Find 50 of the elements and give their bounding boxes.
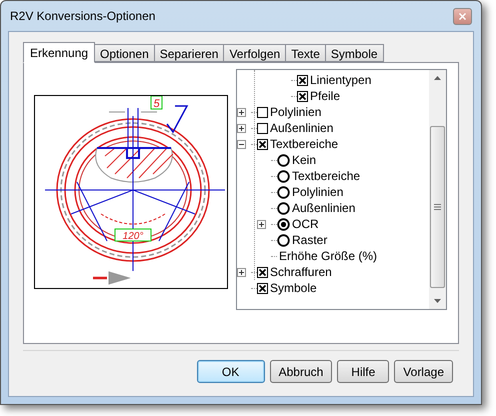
checkbox[interactable] — [257, 122, 268, 134]
tree-item-label[interactable]: Außenlinien — [292, 200, 356, 216]
tab[interactable]: Symbole — [324, 44, 384, 62]
checkbox[interactable] — [257, 266, 268, 278]
checkbox[interactable] — [257, 106, 268, 118]
tree-item-label[interactable]: OCR — [292, 216, 319, 232]
close-button[interactable] — [453, 8, 472, 24]
expand-icon[interactable] — [257, 220, 266, 228]
tree-item-label[interactable]: Polylinien — [270, 104, 322, 120]
radio-button[interactable] — [277, 186, 290, 198]
dialog-button[interactable]: OK — [196, 360, 265, 383]
tree-item-label[interactable]: Linientypen — [310, 72, 372, 88]
tree-item-label[interactable]: Symbole — [270, 280, 317, 296]
dialog-button[interactable]: Abbruch — [270, 360, 332, 383]
tab[interactable]: Erkennung — [23, 42, 96, 63]
tree-item-label[interactable]: Raster — [292, 232, 328, 248]
tab[interactable]: Texte — [285, 44, 326, 62]
grip-icon — [434, 204, 441, 210]
checkbox[interactable] — [297, 90, 308, 102]
radio-button[interactable] — [277, 154, 290, 166]
tree-item-label[interactable]: Textbereiche — [292, 168, 360, 184]
tree-item-label[interactable]: Erhöhe Größe (%) — [279, 248, 378, 264]
radio-button[interactable] — [277, 234, 290, 246]
tree-item-label[interactable]: Schraffuren — [270, 264, 332, 280]
checkbox[interactable] — [297, 74, 308, 86]
expand-icon[interactable] — [237, 268, 246, 276]
tree-item-label[interactable]: Pfeile — [310, 88, 340, 104]
dialog-button[interactable]: Hilfe — [337, 360, 390, 383]
scroll-up-icon[interactable] — [434, 76, 441, 80]
collapse-icon[interactable] — [237, 140, 246, 148]
tree-item-label[interactable]: Polylinien — [292, 184, 344, 200]
radio-button[interactable] — [277, 218, 290, 230]
dialog-button[interactable]: Vorlage — [394, 360, 453, 383]
scrollbar[interactable] — [429, 70, 446, 309]
window-title: R2V Konversions-Optionen — [10, 8, 156, 25]
close-icon — [459, 12, 466, 20]
expand-icon[interactable] — [237, 124, 246, 132]
tree-item-label[interactable]: Kein — [292, 152, 316, 168]
tab[interactable]: Verfolgen — [223, 44, 286, 62]
expand-icon[interactable] — [237, 108, 246, 116]
radio-button[interactable] — [277, 202, 290, 214]
checkbox[interactable] — [257, 138, 268, 150]
scroll-down-icon[interactable] — [434, 299, 441, 303]
radio-button[interactable] — [277, 170, 290, 182]
checkbox[interactable] — [257, 282, 268, 294]
tree-item-label[interactable]: Textbereiche — [270, 136, 338, 152]
tab[interactable]: Separieren — [154, 44, 224, 62]
tab[interactable]: Optionen — [94, 44, 155, 62]
tree-item-label[interactable]: Außenlinien — [270, 120, 334, 136]
scroll-thumb[interactable] — [430, 126, 445, 288]
